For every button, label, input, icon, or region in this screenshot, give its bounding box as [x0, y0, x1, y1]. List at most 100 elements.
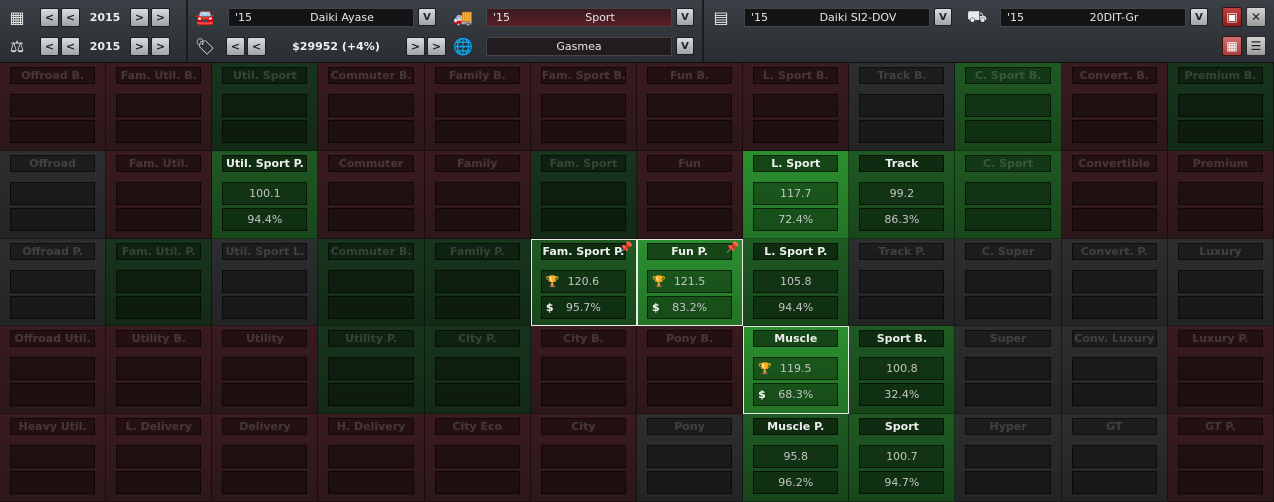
segment-cell[interactable]: Premium — [1167, 150, 1274, 239]
segment-cell[interactable]: Convert. B. — [1061, 63, 1168, 151]
segment-cell[interactable]: C. Sport B. — [955, 63, 1062, 151]
segment-cell[interactable]: Commuter — [318, 150, 425, 239]
designer-dropdown-button[interactable]: V — [418, 8, 436, 26]
segment-cell[interactable]: Fun P. 📌 🏆 121.5 $83.2% — [636, 238, 744, 327]
segment-cell[interactable]: L. Sport 117.7 72.4% — [743, 150, 850, 239]
next-year-button[interactable]: > — [130, 36, 149, 56]
segment-cell[interactable]: Muscle P. 95.8 96.2% — [743, 414, 850, 502]
prev-year-button[interactable]: < — [61, 36, 80, 56]
segment-cell[interactable]: Sport B. 100.8 32.4% — [849, 326, 956, 415]
segment-cell[interactable]: Hyper — [955, 414, 1062, 502]
segment-cell[interactable]: Heavy Util. — [0, 414, 107, 502]
segment-cell[interactable]: Delivery — [212, 414, 319, 502]
segment-cell[interactable]: Offroad — [0, 150, 107, 239]
price-next-next-button[interactable]: > — [427, 36, 446, 56]
segment-cell[interactable]: Offroad B. — [0, 63, 107, 151]
segment-cell[interactable]: Commuter B. — [318, 238, 425, 327]
segment-cell[interactable]: City P. — [424, 326, 531, 415]
segment-cell[interactable]: Utility P. — [318, 326, 425, 415]
segment-cell[interactable]: Util. Sport L. — [212, 238, 319, 327]
segment-cell[interactable]: Fam. Sport P. 📌 🏆 120.6 $95.7% — [530, 238, 637, 327]
next-next-year-button[interactable]: > — [151, 36, 170, 56]
segment-cell[interactable]: Super — [955, 326, 1062, 415]
designer-field[interactable]: '15 Daiki Ayase — [228, 7, 414, 27]
segment-cell[interactable]: Pony B. — [636, 326, 744, 415]
segment-label: Delivery — [222, 418, 308, 436]
segment-cell[interactable]: Offroad P. — [0, 238, 107, 327]
score-box — [1071, 181, 1157, 205]
segment-cell[interactable]: GT — [1061, 414, 1168, 502]
pin-icon[interactable]: 📌 — [619, 241, 633, 254]
segment-cell[interactable]: L. Delivery — [106, 414, 213, 502]
segment-cell[interactable]: Fam. Util. P. — [106, 238, 213, 327]
segment-cell[interactable]: Fun — [636, 150, 744, 239]
share-box: 32.4% — [859, 383, 945, 407]
segment-cell[interactable]: Utility B. — [106, 326, 213, 415]
segment-dropdown-button[interactable]: V — [676, 8, 694, 26]
segment-cell[interactable]: Luxury — [1167, 238, 1274, 327]
segment-cell[interactable]: Fam. Util. — [106, 150, 213, 239]
segment-cell[interactable]: Conv. Luxury — [1061, 326, 1168, 415]
engine-field[interactable]: '15 Daiki SI2-DOV — [744, 7, 930, 27]
gearbox-field[interactable]: '15 20DIT-Gr — [1000, 7, 1186, 27]
market-field[interactable]: Gasmea — [486, 36, 672, 56]
segment-label: L. Delivery — [116, 418, 202, 436]
pin-icon[interactable]: 📌 — [725, 241, 739, 254]
segment-cell[interactable]: Fam. Sport B. — [530, 63, 637, 151]
segment-cell[interactable]: Family P. — [424, 238, 531, 327]
segment-cell[interactable]: Commuter B. — [318, 63, 425, 151]
segment-cell[interactable]: City Eco — [424, 414, 531, 502]
segment-cell[interactable]: Muscle 🏆 119.5 $68.3% — [743, 326, 850, 415]
segment-cell[interactable]: C. Sport — [955, 150, 1062, 239]
truck-icon: 🚚 — [453, 7, 473, 27]
segment-cell[interactable]: L. Sport P. 105.8 94.4% — [743, 238, 850, 327]
price-prev-button[interactable]: < — [247, 36, 266, 56]
segment-cell[interactable]: Premium B. — [1167, 63, 1274, 151]
divider — [702, 0, 704, 62]
prev-prev-year-button[interactable]: < — [40, 7, 59, 27]
segment-cell[interactable]: Track 99.2 86.3% — [849, 150, 956, 239]
next-next-year-button[interactable]: > — [151, 7, 170, 27]
segment-cell[interactable]: Util. Sport — [212, 63, 319, 151]
next-year-button[interactable]: > — [130, 7, 149, 27]
engine-dropdown-button[interactable]: V — [934, 8, 952, 26]
segment-cell[interactable]: GT P. — [1167, 414, 1274, 502]
segment-cell[interactable]: Convertible — [1061, 150, 1168, 239]
prev-prev-year-button[interactable]: < — [40, 36, 59, 56]
segment-cell[interactable]: Track P. — [849, 238, 956, 327]
segment-cell[interactable]: Fam. Util. B. — [106, 63, 213, 151]
list-view-button[interactable]: ☰ — [1246, 36, 1266, 56]
segment-cell[interactable]: Offroad Util. — [0, 326, 107, 415]
segment-cell[interactable]: Luxury P. — [1167, 326, 1274, 415]
segment-cell[interactable]: Util. Sport P. 100.1 94.4% — [212, 150, 319, 239]
score-box — [222, 357, 308, 381]
price-prev-prev-button[interactable]: < — [226, 36, 245, 56]
score-value: 100.7 — [886, 450, 918, 464]
score-box — [222, 445, 308, 469]
segment-label: GT — [1071, 418, 1157, 436]
market-dropdown-button[interactable]: V — [676, 37, 694, 55]
close-button[interactable]: ✕ — [1246, 7, 1266, 27]
grid-view-button[interactable]: ▦ — [1222, 36, 1242, 56]
segment-cell[interactable]: H. Delivery — [318, 414, 425, 502]
segment-cell[interactable]: Family B. — [424, 63, 531, 151]
segment-cell[interactable]: Family — [424, 150, 531, 239]
price-next-button[interactable]: > — [406, 36, 425, 56]
segment-cell[interactable]: Fam. Sport — [530, 150, 637, 239]
segment-cell[interactable]: Track B. — [849, 63, 956, 151]
score-box: 100.1 — [222, 181, 308, 205]
segment-cell[interactable]: Sport 100.7 94.7% — [849, 414, 956, 502]
segment-cell[interactable]: Pony — [636, 414, 744, 502]
prev-year-button[interactable]: < — [61, 7, 80, 27]
share-box — [1177, 471, 1263, 495]
segment-cell[interactable]: Fun B. — [636, 63, 744, 151]
segment-cell[interactable]: Utility — [212, 326, 319, 415]
segment-cell[interactable]: C. Super — [955, 238, 1062, 327]
segment-cell[interactable]: Convert. P. — [1061, 238, 1168, 327]
segment-cell[interactable]: City — [530, 414, 637, 502]
segment-field[interactable]: '15 Sport — [486, 7, 672, 27]
segment-cell[interactable]: L. Sport B. — [743, 63, 850, 151]
segment-cell[interactable]: City B. — [530, 326, 637, 415]
save-button[interactable]: ▣ — [1222, 7, 1242, 27]
gearbox-dropdown-button[interactable]: V — [1190, 8, 1208, 26]
